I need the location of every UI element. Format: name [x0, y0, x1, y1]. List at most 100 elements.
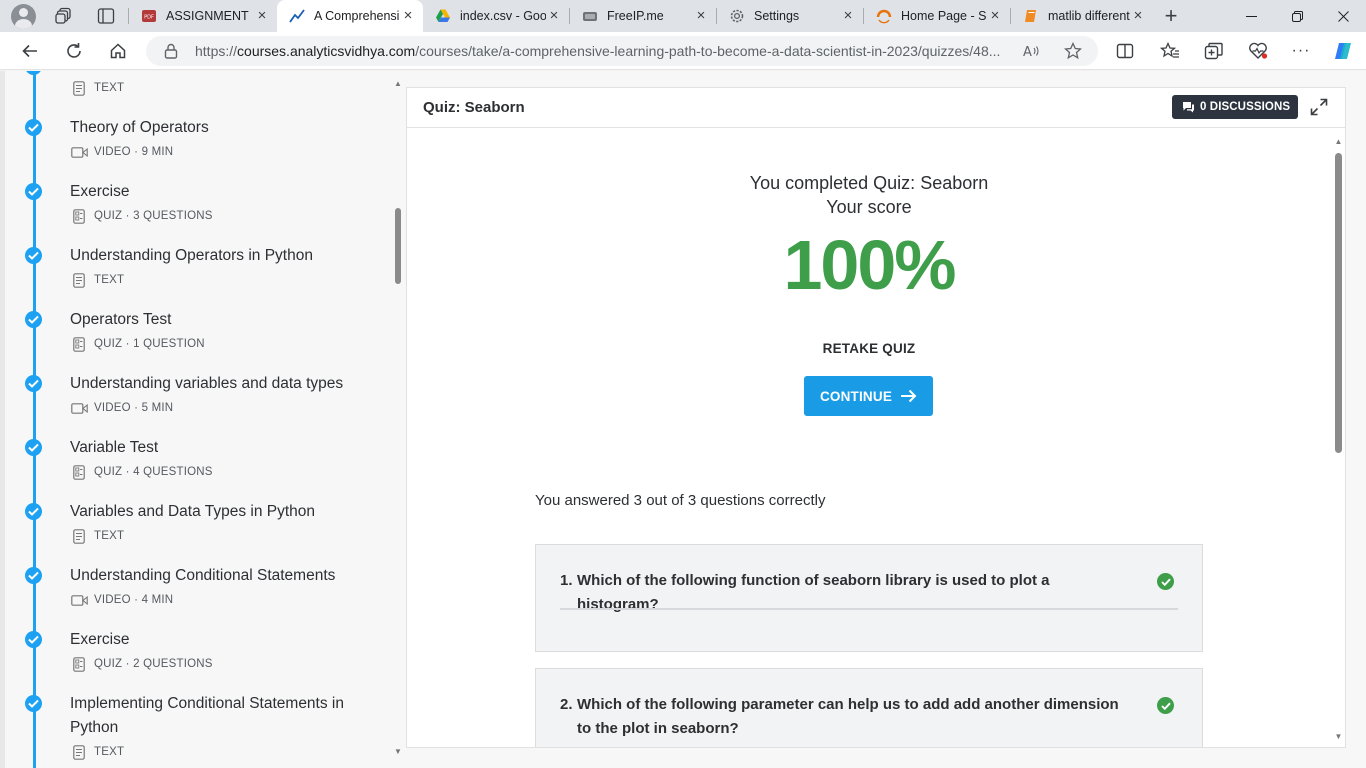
browser-toolbar: https://courses.analyticsvidhya.com/cour… [0, 32, 1366, 70]
home-icon[interactable] [107, 40, 129, 62]
window-close-icon[interactable] [1320, 0, 1366, 32]
lock-icon[interactable] [164, 43, 178, 64]
lesson-meta: QUIZ · 3 QUESTIONS [70, 208, 213, 224]
check-icon [25, 247, 42, 264]
sidebar-item-understanding-conditional[interactable]: Understanding Conditional Statements VID… [0, 565, 390, 625]
lesson-meta-text: QUIZ · 4 QUESTIONS [94, 466, 213, 478]
favorite-star-icon[interactable] [1064, 42, 1082, 60]
lesson-meta-text: TEXT [94, 274, 125, 286]
lesson-meta-text: QUIZ · 1 QUESTION [94, 338, 205, 350]
sidebar-item-partial[interactable]: TEXT [0, 71, 390, 111]
tab-title: matlib different [1048, 9, 1130, 23]
tab-freeip[interactable]: FreeIP.me × [570, 0, 716, 32]
sidebar-item-variable-test[interactable]: Variable Test QUIZ · 4 QUESTIONS [0, 437, 390, 497]
tab-close-icon[interactable]: × [841, 8, 855, 23]
panel-header: Quiz: Seaborn 0 DISCUSSIONS [407, 88, 1345, 128]
sidebar-scrollbar[interactable]: ▲ ▼ [390, 71, 405, 768]
new-tab-icon[interactable]: + [1161, 3, 1181, 28]
check-icon [25, 503, 42, 520]
sidebar-item-exercise[interactable]: Exercise QUIZ · 3 QUESTIONS [0, 181, 390, 241]
check-icon [25, 631, 42, 648]
browser-essentials-icon[interactable] [1248, 41, 1268, 61]
check-icon [25, 119, 42, 136]
tab-matlib[interactable]: matlib different × [1011, 0, 1153, 32]
tab-close-icon[interactable]: × [694, 8, 708, 23]
url-text[interactable]: https://courses.analyticsvidhya.com/cour… [195, 43, 1010, 59]
question-body: Which of the following parameter can hel… [577, 696, 1119, 737]
chat-icon [1183, 102, 1194, 113]
workspaces-icon[interactable] [54, 6, 74, 26]
tab-settings[interactable]: Settings × [717, 0, 863, 32]
tab-title: Home Page - Sc [901, 9, 987, 23]
refresh-icon[interactable] [63, 40, 85, 62]
lesson-meta-text: QUIZ · 2 QUESTIONS [94, 658, 213, 670]
url-prefix: https:// [195, 43, 238, 59]
correct-check-icon [1157, 573, 1174, 590]
sidebar-item-operators-test[interactable]: Operators Test QUIZ · 1 QUESTION [0, 309, 390, 369]
question-number: 1. [560, 572, 573, 589]
tab-close-icon[interactable]: × [255, 8, 269, 23]
restore-icon[interactable] [1274, 0, 1320, 32]
question-card: 1. Which of the following function of se… [535, 544, 1203, 652]
tab-close-icon[interactable]: × [988, 8, 1002, 23]
page-title: Quiz: Seaborn [423, 99, 525, 116]
lesson-title: Theory of Operators [70, 119, 209, 136]
favorites-icon[interactable] [1160, 41, 1180, 61]
tab-title: index.csv - Goo [460, 9, 546, 23]
scroll-down-icon[interactable]: ▼ [393, 748, 403, 756]
more-menu-icon[interactable]: ··· [1291, 41, 1311, 61]
check-icon [25, 311, 42, 328]
sidebar-item-implementing-conditional[interactable]: Implementing Conditional Statements in P… [0, 693, 390, 768]
lesson-meta-text: VIDEO · 9 MIN [94, 146, 174, 158]
sidebar-scroll-thumb[interactable] [395, 208, 401, 284]
panel-scroll-thumb[interactable] [1335, 153, 1342, 453]
sidebar-item-theory-of-operators[interactable]: Theory of Operators VIDEO · 9 MIN [0, 117, 390, 177]
minimize-icon[interactable] [1228, 0, 1274, 32]
tab-close-icon[interactable]: × [547, 8, 561, 23]
sidebar-item-understanding-variables[interactable]: Understanding variables and data types V… [0, 373, 390, 433]
score-label: Your score [826, 197, 912, 217]
question-divider [560, 608, 1178, 610]
tab-home-page[interactable]: Home Page - Sc × [864, 0, 1010, 32]
page-content: TEXT Theory of Operators VIDEO · 9 MIN E… [0, 71, 1366, 768]
text-doc-icon [70, 272, 88, 288]
collections-icon[interactable] [1204, 41, 1224, 61]
continue-button[interactable]: CONTINUE [804, 376, 933, 416]
tab-close-icon[interactable]: × [1131, 8, 1145, 23]
lesson-meta: VIDEO · 9 MIN [70, 144, 173, 160]
tab-close-icon[interactable]: × [401, 8, 415, 23]
profile-avatar-icon[interactable] [11, 4, 36, 29]
home-site-icon [876, 8, 892, 24]
text-doc-icon [70, 744, 88, 760]
panel-scrollbar[interactable]: ▲ ▼ [1332, 129, 1345, 747]
vertical-tabs-icon[interactable] [96, 6, 116, 26]
scroll-down-icon[interactable]: ▼ [1334, 733, 1343, 741]
browser-tab-strip: PDF ASSIGNMENT 2 × A Comprehensi × index… [0, 0, 1366, 32]
quiz-icon [70, 464, 88, 480]
read-aloud-icon[interactable]: A [1023, 42, 1041, 60]
lesson-meta-text: TEXT [94, 746, 125, 758]
tab-index-csv[interactable]: index.csv - Goo × [423, 0, 569, 32]
check-icon [25, 439, 42, 456]
check-icon [25, 695, 42, 712]
tab-comprehensive-course[interactable]: A Comprehensi × [277, 0, 423, 32]
lesson-title: Exercise [70, 631, 130, 648]
sidebar-item-variables-data-types[interactable]: Variables and Data Types in Python TEXT [0, 501, 390, 561]
tab-assignment[interactable]: PDF ASSIGNMENT 2 × [129, 0, 277, 32]
sidebar-item-exercise-2[interactable]: Exercise QUIZ · 2 QUESTIONS [0, 629, 390, 689]
address-bar[interactable]: https://courses.analyticsvidhya.com/cour… [146, 36, 1098, 66]
check-icon [25, 375, 42, 392]
scroll-up-icon[interactable]: ▲ [1334, 138, 1343, 146]
quiz-result-body: You completed Quiz: Seaborn Your score 1… [407, 129, 1345, 747]
svg-text:PDF: PDF [144, 15, 154, 21]
lesson-meta-text: TEXT [94, 530, 125, 542]
scroll-up-icon[interactable]: ▲ [393, 80, 403, 88]
back-arrow-icon[interactable] [19, 40, 41, 62]
expand-icon[interactable] [1309, 97, 1329, 117]
copilot-icon[interactable] [1333, 41, 1353, 61]
discussions-button[interactable]: 0 DISCUSSIONS [1172, 95, 1299, 119]
split-screen-icon[interactable] [1115, 41, 1135, 61]
question-text: 2. Which of the following parameter can … [560, 693, 1120, 741]
retake-quiz-link[interactable]: RETAKE QUIZ [407, 341, 1331, 356]
sidebar-item-understanding-operators[interactable]: Understanding Operators in Python TEXT [0, 245, 390, 305]
